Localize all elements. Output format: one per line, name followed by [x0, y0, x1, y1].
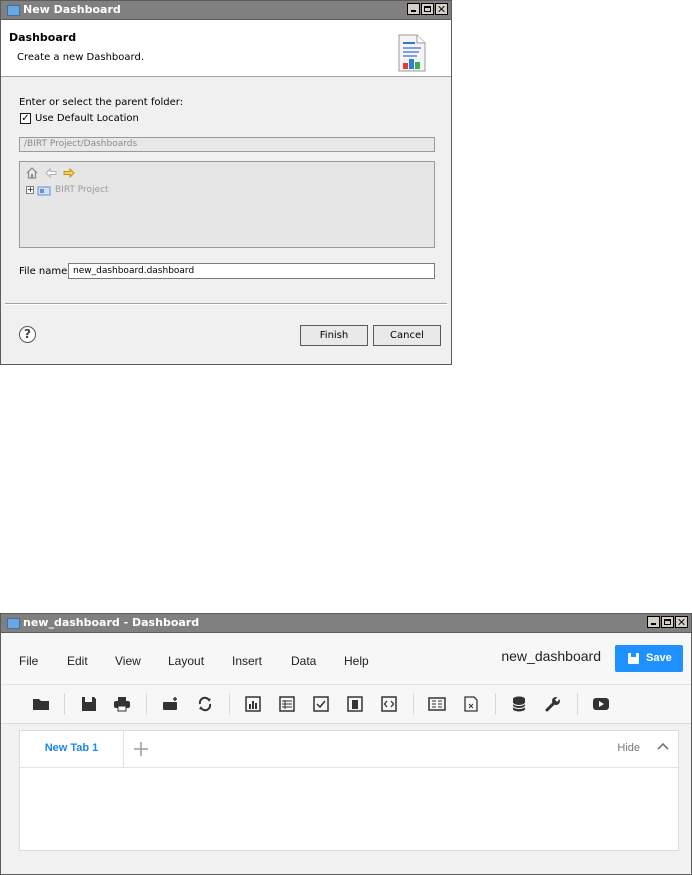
hide-tabs-link[interactable]: Hide: [617, 742, 640, 754]
selector-gadget-icon[interactable]: [312, 695, 330, 713]
cancel-button[interactable]: Cancel: [373, 325, 441, 346]
close-button[interactable]: [675, 616, 688, 628]
app-icon: [7, 5, 20, 16]
table-gadget-icon[interactable]: [278, 695, 296, 713]
app-icon: [7, 618, 20, 629]
footer-divider: [5, 303, 447, 305]
location-path-field: /BIRT Project/Dashboards: [19, 137, 435, 152]
toolbar: [1, 684, 691, 724]
project-folder-icon: [37, 186, 51, 195]
minimize-button[interactable]: [407, 3, 420, 15]
maximize-button[interactable]: [421, 3, 434, 15]
dashboard-wizard-icon: [398, 34, 426, 72]
open-folder-icon[interactable]: [32, 695, 50, 713]
toolbar-separator: [146, 693, 147, 715]
tab-panel: New Tab 1 Hide: [19, 730, 679, 851]
extras-icon[interactable]: [462, 695, 480, 713]
refresh-icon[interactable]: [196, 695, 214, 713]
parent-folder-label: Enter or select the parent folder:: [19, 97, 184, 108]
settings-icon[interactable]: [544, 695, 562, 713]
window-controls: [407, 3, 448, 15]
window-controls: [647, 616, 688, 628]
new-dashboard-dialog: New Dashboard Dashboard Create a new Das…: [0, 0, 452, 365]
toolbar-separator: [229, 693, 230, 715]
save-button[interactable]: Save: [615, 645, 683, 672]
menu-file[interactable]: File: [19, 654, 38, 668]
finish-button[interactable]: Finish: [300, 325, 368, 346]
save-disk-icon: [628, 653, 639, 664]
new-tab-icon[interactable]: [162, 695, 180, 713]
wizard-title: Dashboard: [9, 31, 77, 44]
tab-new-tab-1[interactable]: New Tab 1: [20, 731, 124, 767]
menu-help[interactable]: Help: [344, 654, 369, 668]
dialog-title: New Dashboard: [23, 3, 121, 16]
save-button-label: Save: [646, 652, 672, 664]
expand-icon[interactable]: +: [26, 186, 34, 194]
toolbar-separator: [64, 693, 65, 715]
menu-view[interactable]: View: [115, 654, 141, 668]
close-button[interactable]: [435, 3, 448, 15]
html-gadget-icon[interactable]: [380, 695, 398, 713]
use-default-location-checkbox[interactable]: ✓: [20, 113, 31, 124]
tab-strip: New Tab 1 Hide: [20, 731, 678, 768]
wizard-description: Create a new Dashboard.: [17, 52, 144, 63]
tree-item[interactable]: + BIRT Project: [26, 184, 109, 196]
menu-insert[interactable]: Insert: [232, 654, 262, 668]
print-icon[interactable]: [113, 695, 131, 713]
home-icon[interactable]: [26, 167, 38, 179]
dashboard-titlebar[interactable]: new_dashboard - Dashboard: [1, 614, 691, 633]
minimize-button[interactable]: [647, 616, 660, 628]
toolbar-separator: [577, 693, 578, 715]
chart-gadget-icon[interactable]: [244, 695, 262, 713]
dashboard-window-title: new_dashboard - Dashboard: [23, 616, 200, 629]
forward-arrow-icon[interactable]: [63, 167, 75, 179]
data-selection-icon[interactable]: [428, 695, 446, 713]
maximize-button[interactable]: [661, 616, 674, 628]
file-name-label: File name:: [19, 266, 71, 277]
back-arrow-icon[interactable]: [45, 167, 57, 179]
report-gadget-icon[interactable]: [346, 695, 364, 713]
toolbar-separator: [413, 693, 414, 715]
menu-layout[interactable]: Layout: [168, 654, 204, 668]
document-name: new_dashboard: [501, 648, 601, 664]
file-name-input[interactable]: new_dashboard.dashboard: [68, 263, 435, 279]
menu-bar: File Edit View Layout Insert Data Help n…: [1, 633, 691, 684]
database-icon[interactable]: [510, 695, 528, 713]
help-icon[interactable]: ?: [19, 326, 36, 343]
chevron-up-icon[interactable]: [656, 740, 670, 752]
dialog-titlebar[interactable]: New Dashboard: [1, 1, 451, 20]
toolbar-separator: [495, 693, 496, 715]
add-tab-icon[interactable]: [132, 740, 150, 758]
wizard-header: Dashboard Create a new Dashboard.: [1, 20, 451, 77]
menu-data[interactable]: Data: [291, 654, 316, 668]
use-default-location-label: Use Default Location: [35, 113, 139, 124]
dashboard-window: new_dashboard - Dashboard File Edit View…: [0, 613, 692, 875]
folder-tree[interactable]: + BIRT Project: [19, 161, 435, 248]
save-icon[interactable]: [80, 695, 98, 713]
video-icon[interactable]: [592, 695, 610, 713]
tree-item-label: BIRT Project: [55, 185, 109, 195]
menu-edit[interactable]: Edit: [67, 654, 88, 668]
